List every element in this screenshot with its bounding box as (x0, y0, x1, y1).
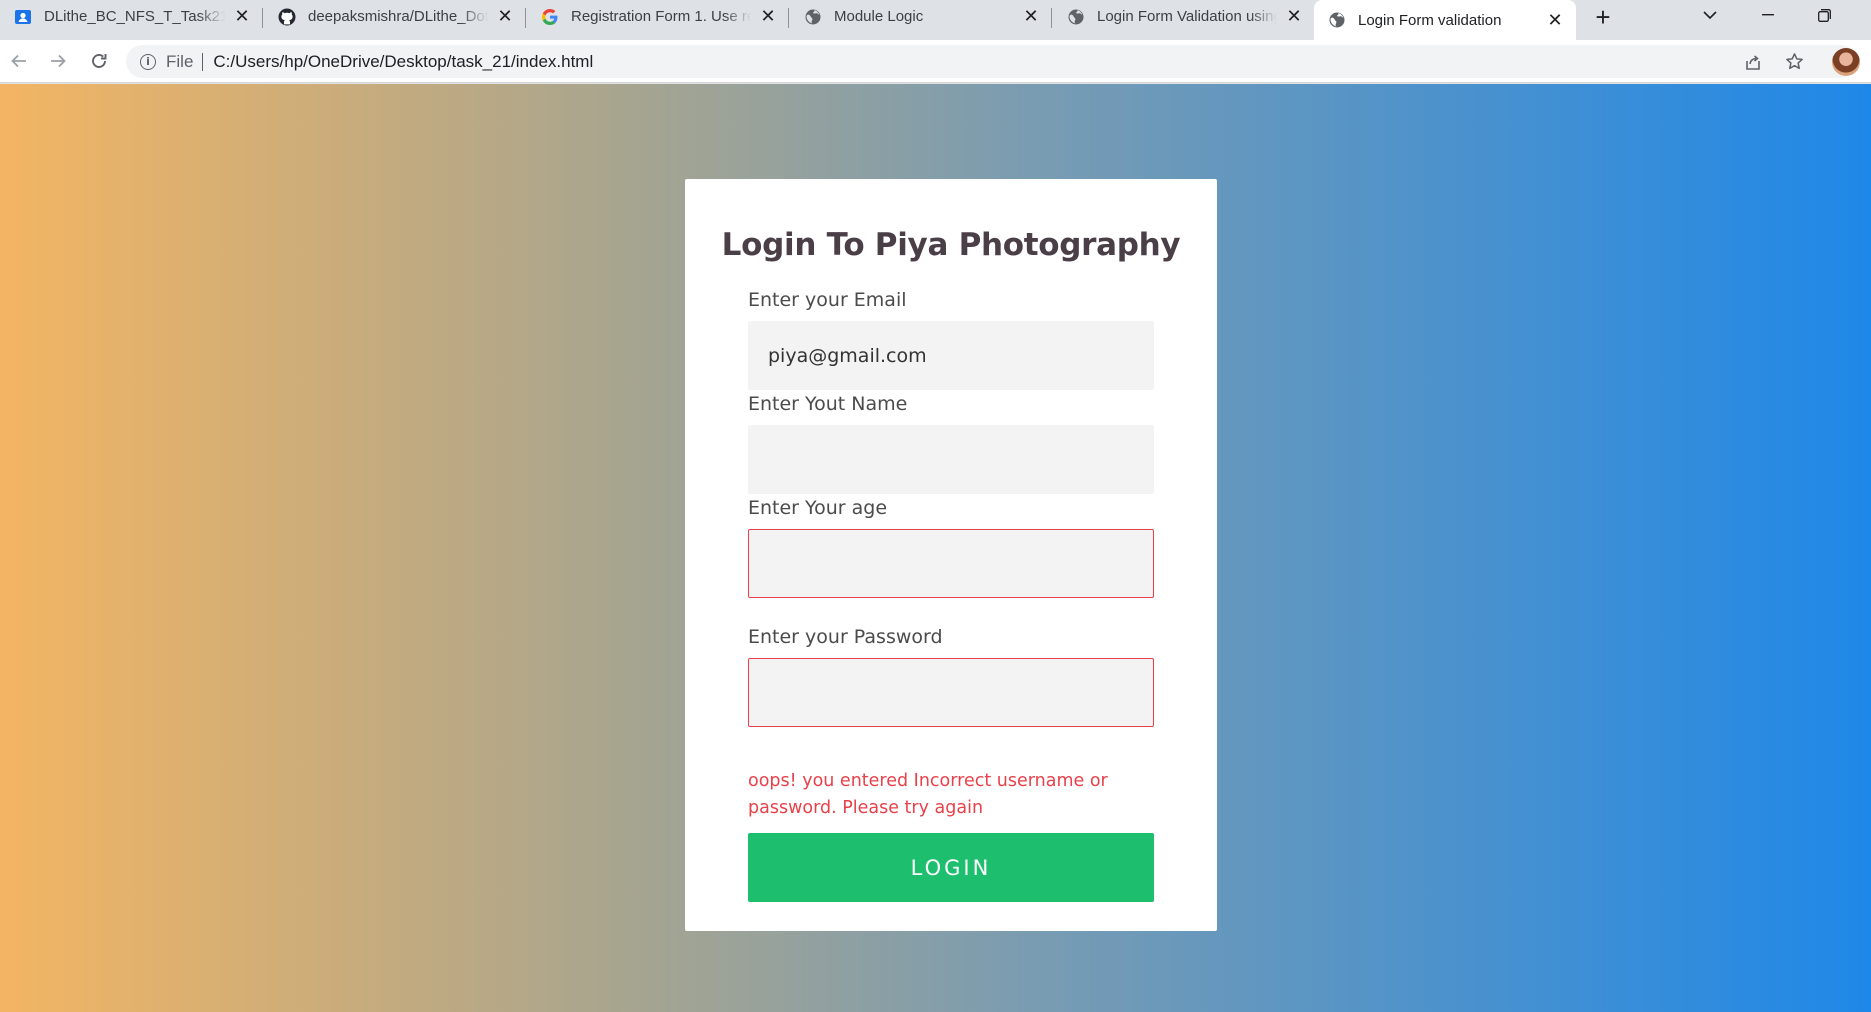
error-message: oops! you entered Incorrect username or … (748, 771, 1108, 818)
address-divider (202, 52, 204, 71)
tab-login-form-validation-using[interactable]: Login Form Validation using ✕ (1053, 0, 1315, 33)
tab-title: Module Logic (834, 8, 924, 25)
tab-module-logic[interactable]: Module Logic ✕ (790, 0, 1052, 33)
tab-strip: DLithe_BC_NFS_T_Task21_Ja ✕ deepaksmishr… (0, 0, 1871, 40)
login-button[interactable]: LOGIN (748, 833, 1154, 902)
tab-registration-form[interactable]: Registration Form 1. Use re ✕ (527, 0, 789, 33)
login-card: Login To Piya Photography Enter your Ema… (685, 179, 1217, 931)
tab-github-repo[interactable]: deepaksmishra/DLithe_Dot ✕ (264, 0, 526, 33)
close-tab-icon[interactable]: ✕ (1285, 6, 1303, 26)
tab-login-form-validation[interactable]: Login Form validation ✕ (1314, 0, 1576, 40)
email-label: Enter your Email (748, 289, 907, 311)
user-card-icon (14, 8, 32, 26)
age-field[interactable] (748, 529, 1154, 598)
tab-title: Login Form Validation using (1097, 8, 1277, 25)
close-tab-icon[interactable]: ✕ (496, 6, 514, 26)
share-icon[interactable] (1740, 45, 1766, 78)
close-tab-icon[interactable]: ✕ (759, 6, 777, 26)
browser-toolbar: i File C:/Users/hp/OneDrive/Desktop/task… (0, 40, 1871, 83)
bookmark-star-icon[interactable] (1781, 45, 1807, 78)
tab-title: deepaksmishra/DLithe_Dot (308, 8, 488, 25)
email-field[interactable]: piya@gmail.com (748, 321, 1154, 390)
back-arrow-icon[interactable] (6, 48, 32, 74)
password-label: Enter your Password (748, 626, 943, 648)
globe-icon (804, 8, 822, 26)
address-url[interactable]: C:/Users/hp/OneDrive/Desktop/task_21/ind… (213, 52, 593, 72)
tab-dlithe-task[interactable]: DLithe_BC_NFS_T_Task21_Ja ✕ (0, 0, 263, 33)
tab-title: DLithe_BC_NFS_T_Task21_Ja (44, 8, 225, 25)
tab-title: Login Form validation (1358, 11, 1502, 29)
name-label: Enter Yout Name (748, 393, 908, 415)
tab-separator (1051, 8, 1052, 28)
reload-icon[interactable] (86, 48, 112, 74)
tab-title: Registration Form 1. Use re (571, 8, 751, 25)
address-scheme: File (166, 51, 194, 71)
restore-icon[interactable] (1809, 2, 1839, 28)
page-title: Login To Piya Photography (721, 227, 1181, 263)
close-tab-icon[interactable]: ✕ (1546, 10, 1564, 30)
github-icon (278, 8, 296, 26)
age-label: Enter Your age (748, 497, 888, 519)
close-tab-icon[interactable]: ✕ (233, 6, 251, 26)
tab-search-chevron-icon[interactable] (1695, 2, 1725, 28)
close-tab-icon[interactable]: ✕ (1022, 6, 1040, 26)
tab-separator (788, 8, 789, 28)
tab-separator (525, 8, 526, 28)
profile-avatar[interactable] (1832, 48, 1860, 76)
minimize-icon[interactable] (1753, 2, 1783, 28)
site-info-icon[interactable]: i (140, 53, 156, 70)
new-tab-button[interactable]: + (1590, 4, 1616, 30)
tab-separator (262, 8, 263, 28)
google-icon (541, 8, 559, 26)
globe-icon (1328, 11, 1346, 29)
address-bar[interactable]: i File C:/Users/hp/OneDrive/Desktop/task… (126, 45, 1857, 78)
page-viewport: Login To Piya Photography Enter your Ema… (0, 84, 1871, 1012)
password-field[interactable] (748, 658, 1154, 727)
globe-icon (1067, 8, 1085, 26)
name-field[interactable] (748, 425, 1154, 494)
forward-arrow-icon[interactable] (45, 48, 71, 74)
